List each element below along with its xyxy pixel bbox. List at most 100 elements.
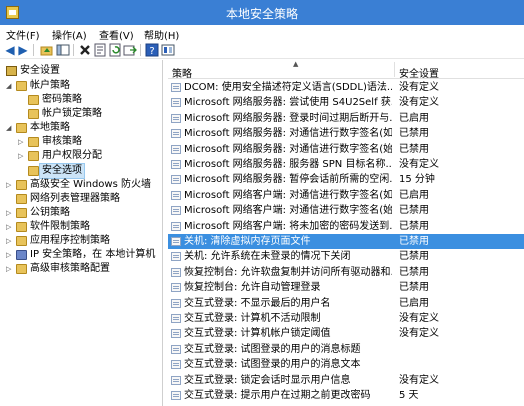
menu-action[interactable]: 操作(A): [52, 27, 87, 42]
folder-icon: [16, 236, 27, 246]
up-folder-icon[interactable]: [40, 43, 54, 57]
policy-name: Microsoft 网络服务器: 服务器 SPN 目标名称...: [184, 159, 392, 170]
folder-icon: [28, 151, 39, 161]
properties-icon[interactable]: [93, 43, 107, 57]
svg-text:?: ?: [149, 46, 154, 57]
table-row[interactable]: Microsoft 网络客户端: 将未加密的密码发送到... 已禁用: [168, 219, 524, 234]
forward-arrow-icon[interactable]: ▶: [16, 43, 30, 57]
policy-name: Microsoft 网络服务器: 对通信进行数字签名(始...: [184, 143, 392, 155]
delete-icon[interactable]: [78, 43, 92, 57]
policy-setting: 15 分钟: [399, 174, 435, 186]
table-row[interactable]: 关机: 清除虚拟内存页面文件 已禁用: [168, 234, 524, 249]
column-header-setting[interactable]: 安全设置: [399, 65, 439, 80]
chevron-expanded-icon[interactable]: ◢: [6, 79, 14, 93]
chevron-collapsed-icon[interactable]: ▷: [6, 220, 14, 234]
policy-setting: 已禁用: [399, 282, 429, 294]
toolbar-separator: [140, 44, 141, 56]
table-row[interactable]: 交互式登录: 试图登录的用户的消息标题: [168, 342, 524, 357]
policy-name: 关机: 清除虚拟内存页面文件: [184, 236, 311, 247]
menu-bar: 文件(F) 操作(A) 查看(V) 帮助(H): [0, 25, 524, 42]
policy-icon: [171, 83, 181, 92]
folder-icon: [28, 109, 39, 119]
policy-name: 关机: 允许系统在未登录的情况下关闭: [184, 251, 351, 263]
chevron-expanded-icon[interactable]: ◢: [6, 121, 14, 135]
policy-name: Microsoft 网络服务器: 登录时间过期后断开与...: [184, 112, 392, 124]
policy-icon: [171, 360, 181, 370]
chevron-collapsed-icon[interactable]: ▷: [18, 149, 26, 163]
folder-icon: [16, 208, 27, 218]
policy-setting: 已启用: [399, 189, 429, 201]
help-icon[interactable]: ?: [145, 43, 159, 57]
chevron-collapsed-icon[interactable]: ▷: [6, 206, 14, 220]
menu-help[interactable]: 帮助(H): [144, 27, 179, 42]
policy-name: Microsoft 网络客户端: 将未加密的密码发送到...: [184, 220, 392, 232]
policy-name: 交互式登录: 试图登录的用户的消息标题: [184, 343, 361, 355]
folder-icon: [16, 194, 27, 204]
policy-icon: [171, 391, 181, 400]
policy-icon: [171, 206, 181, 216]
policy-icon: [171, 144, 181, 154]
toolbar-separator: [73, 44, 74, 56]
menu-file[interactable]: 文件(F): [6, 27, 40, 42]
table-row[interactable]: 交互式登录: 锁定会话时显示用户信息 没有定义: [168, 373, 524, 388]
export-list-icon[interactable]: [123, 43, 137, 57]
table-row[interactable]: 交互式登录: 计算机帐户锁定阈值 没有定义: [168, 326, 524, 341]
title-bar: 本地安全策略: [0, 0, 524, 25]
tree-item-label: 应用程序控制策略: [30, 235, 110, 246]
table-row[interactable]: Microsoft 网络服务器: 对通信进行数字签名(如... 已禁用: [168, 126, 524, 141]
table-row[interactable]: Microsoft 网络客户端: 对通信进行数字签名(始... 已禁用: [168, 203, 524, 218]
policy-setting: 已禁用: [399, 236, 429, 247]
table-row[interactable]: 交互式登录: 计算机不活动限制 没有定义: [168, 311, 524, 326]
back-arrow-icon[interactable]: ◀: [3, 43, 17, 57]
tree-item-label: 软件限制策略: [30, 221, 90, 232]
chevron-collapsed-icon[interactable]: ▷: [6, 178, 14, 192]
table-row[interactable]: DCOM: 使用安全描述符定义语言(SDDL)语法... 没有定义: [168, 80, 524, 95]
table-row[interactable]: 关机: 允许系统在未登录的情况下关闭 已禁用: [168, 249, 524, 264]
toolbar-separator: [33, 44, 34, 56]
window-title: 本地安全策略: [225, 7, 298, 21]
refresh-icon[interactable]: [108, 43, 122, 57]
chevron-collapsed-icon[interactable]: ▷: [6, 248, 14, 262]
column-header-policy[interactable]: 策略: [172, 65, 192, 80]
menu-view[interactable]: 查看(V): [99, 27, 134, 42]
policy-list: 策略 ▲ 安全设置 DCOM: 使用安全描述符定义语言(SDDL)语法... 没有…: [168, 60, 524, 406]
show-hide-tree-icon[interactable]: [56, 43, 70, 57]
folder-icon: [16, 81, 27, 91]
view-icon[interactable]: [161, 43, 175, 57]
chevron-collapsed-icon[interactable]: ▷: [6, 234, 14, 248]
table-row[interactable]: Microsoft 网络服务器: 尝试使用 S4U2Self 获... 没有定义: [168, 95, 524, 110]
chevron-collapsed-icon[interactable]: ▷: [6, 262, 14, 276]
table-row[interactable]: 恢复控制台: 允许软盘复制并访问所有驱动器和... 已禁用: [168, 265, 524, 280]
policy-name: Microsoft 网络客户端: 对通信进行数字签名(如...: [184, 189, 392, 201]
policy-setting: 已禁用: [399, 266, 429, 278]
policy-icon: [171, 129, 181, 139]
policy-setting: 没有定义: [399, 374, 439, 386]
policy-name: 交互式登录: 计算机帐户锁定阈值: [184, 328, 331, 340]
policy-name: 交互式登录: 不显示最后的用户名: [184, 297, 331, 309]
policy-setting: 没有定义: [399, 328, 439, 340]
table-row[interactable]: Microsoft 网络客户端: 对通信进行数字签名(如... 已启用: [168, 188, 524, 203]
policy-name: Microsoft 网络客户端: 对通信进行数字签名(始...: [184, 205, 392, 217]
policy-setting: 已禁用: [399, 143, 429, 155]
policy-name: 恢复控制台: 允许自动管理登录: [184, 282, 321, 294]
policy-icon: [171, 175, 181, 185]
policy-icon: [171, 113, 181, 123]
table-row[interactable]: Microsoft 网络服务器: 对通信进行数字签名(始... 已禁用: [168, 142, 524, 157]
table-row[interactable]: 交互式登录: 试图登录的用户的消息文本: [168, 357, 524, 372]
policy-icon: [171, 252, 181, 262]
table-row[interactable]: 交互式登录: 不显示最后的用户名 已启用: [168, 296, 524, 311]
chevron-collapsed-icon[interactable]: ▷: [18, 135, 26, 149]
table-row[interactable]: 恢复控制台: 允许自动管理登录 已禁用: [168, 280, 524, 295]
policy-name: 交互式登录: 计算机不活动限制: [184, 313, 321, 324]
column-divider[interactable]: [394, 62, 395, 77]
table-row[interactable]: 交互式登录: 提示用户在过期之前更改密码 5 天: [168, 388, 524, 403]
tree-item-label: 网络列表管理器策略: [30, 193, 120, 204]
table-row[interactable]: Microsoft 网络服务器: 登录时间过期后断开与... 已启用: [168, 111, 524, 126]
table-row[interactable]: Microsoft 网络服务器: 服务器 SPN 目标名称... 没有定义: [168, 157, 524, 172]
policy-name: Microsoft 网络服务器: 暂停会话前所需的空闲...: [184, 174, 392, 186]
table-row[interactable]: Microsoft 网络服务器: 暂停会话前所需的空闲... 15 分钟: [168, 172, 524, 187]
shield-icon: [16, 250, 27, 260]
tree-item-label: 安全选项: [39, 163, 85, 179]
navigation-tree: 安全设置 ◢ 帐户策略 密码策略 帐户锁定策略 ◢ 本地策略 ▷ 审核策略 ▷ …: [0, 60, 163, 406]
folder-icon: [28, 95, 39, 105]
